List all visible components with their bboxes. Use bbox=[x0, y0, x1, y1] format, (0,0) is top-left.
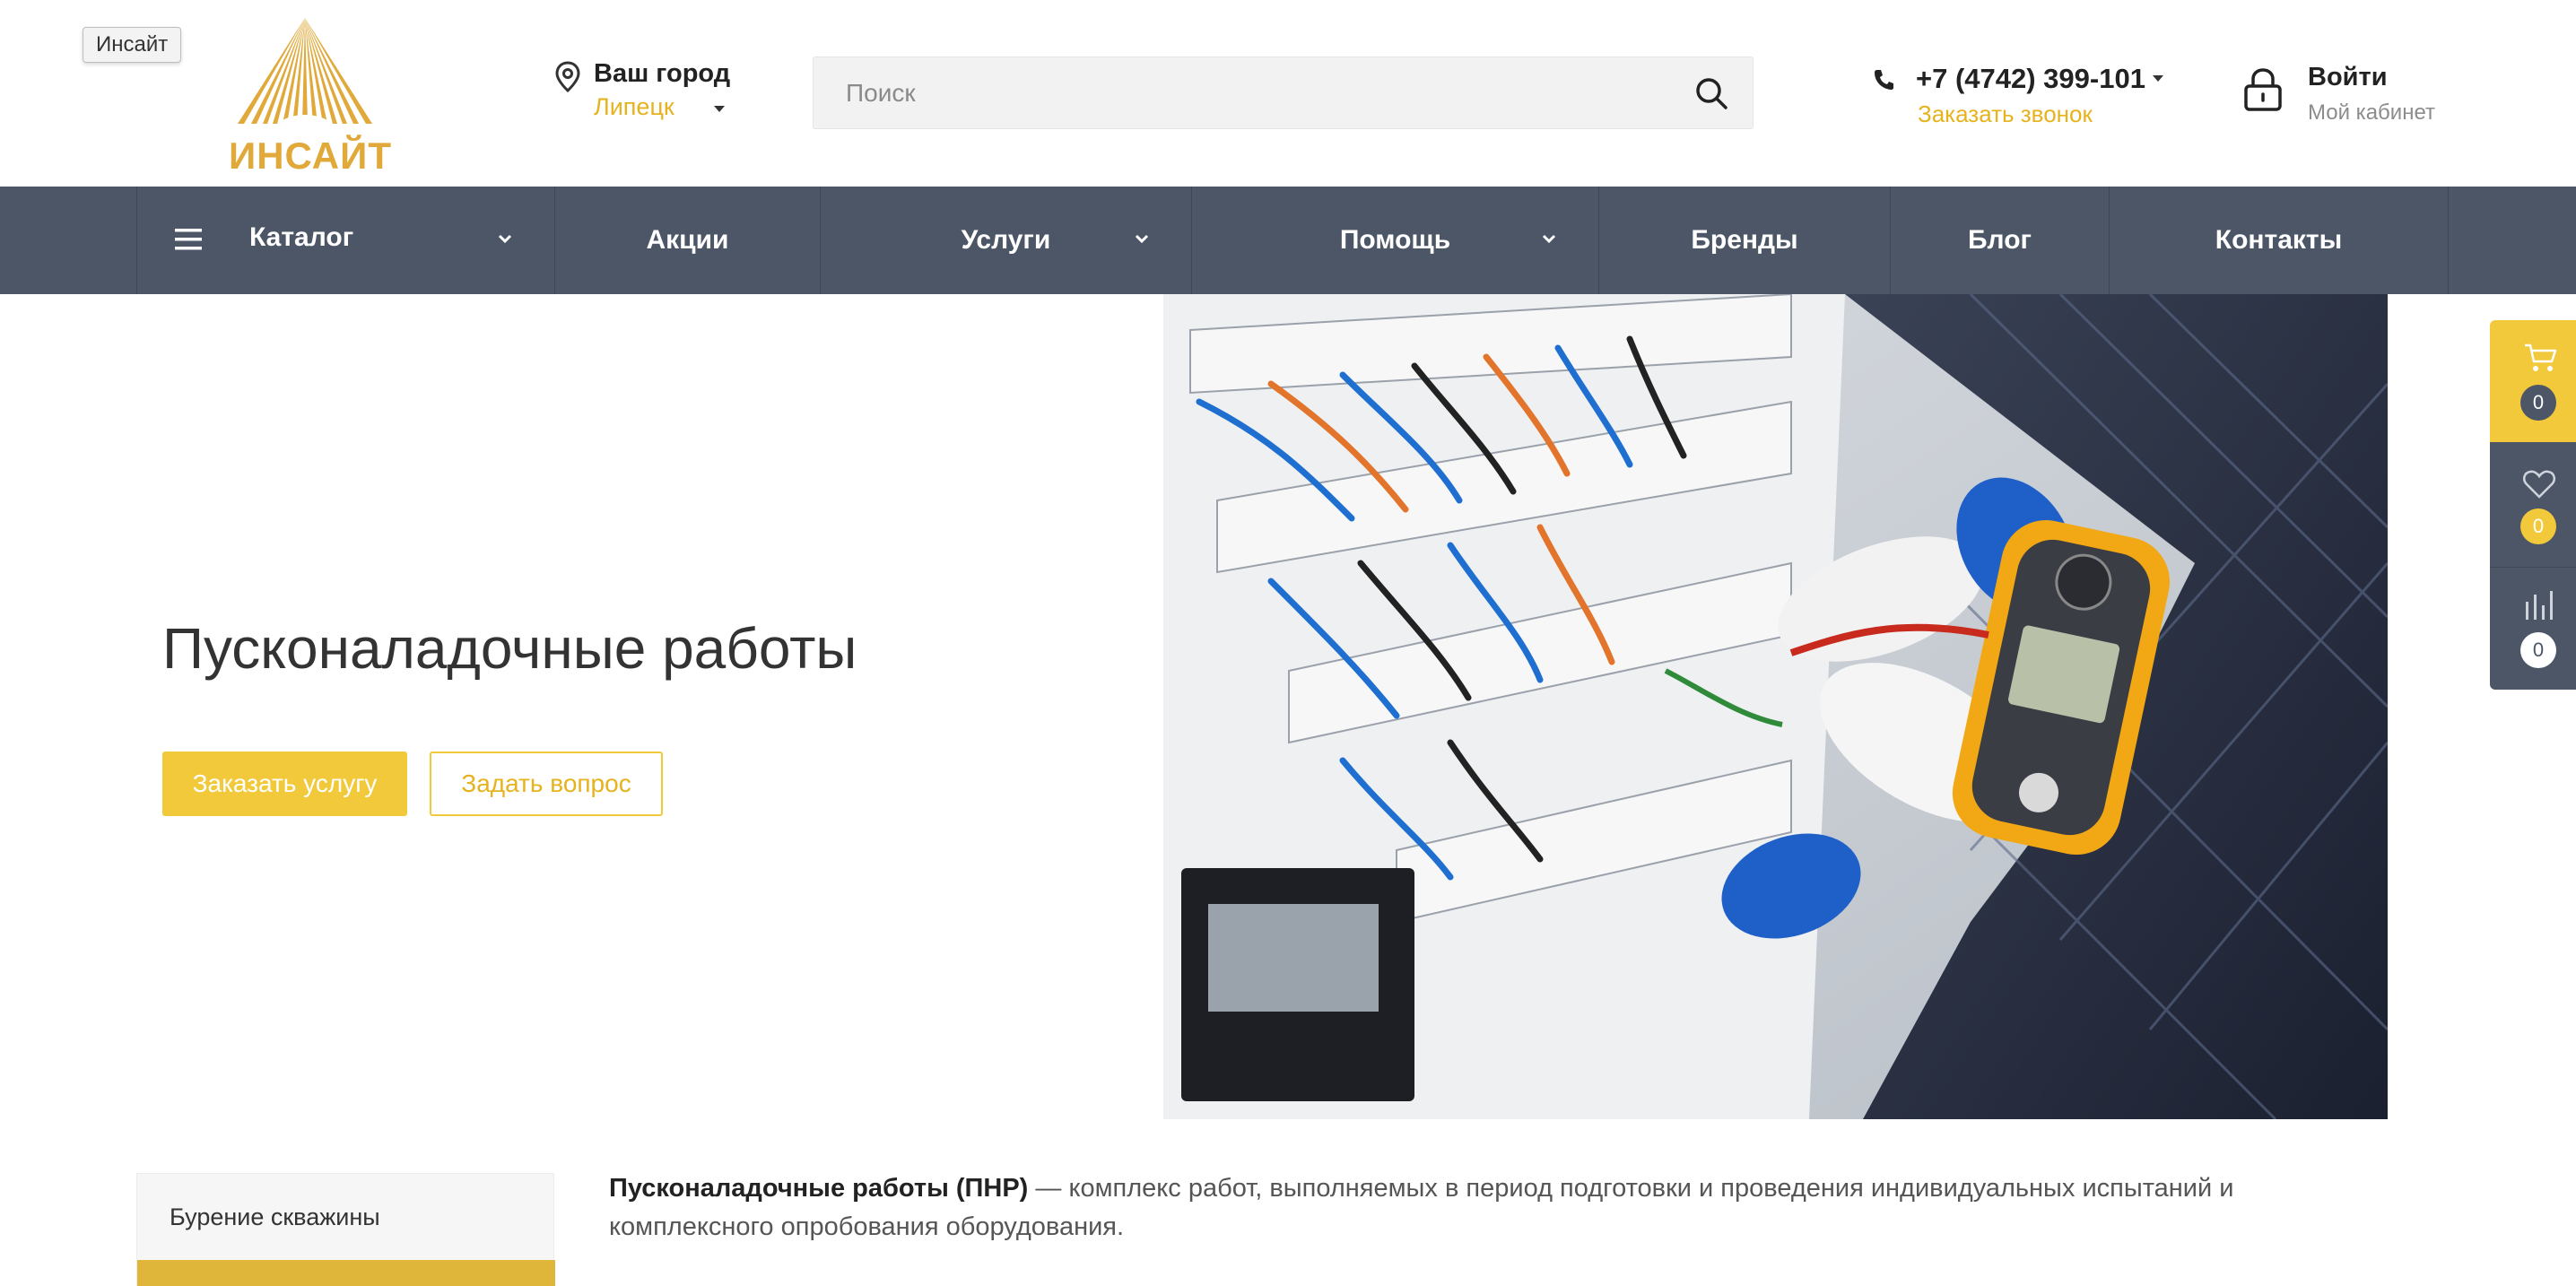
compare-bars-icon bbox=[2526, 591, 2553, 620]
search-input[interactable] bbox=[814, 57, 1675, 128]
search-icon[interactable] bbox=[1693, 75, 1729, 111]
login-link[interactable]: Войти bbox=[2308, 63, 2388, 92]
menu-burger-icon bbox=[175, 229, 202, 250]
tooltip: Инсайт bbox=[83, 27, 182, 63]
nav-item-catalog[interactable]: Каталог bbox=[137, 187, 555, 294]
favorites-count-badge: 0 bbox=[2520, 508, 2556, 544]
nav-label: Акции bbox=[646, 225, 729, 255]
sidebar-item-drilling[interactable]: Бурение скважины bbox=[137, 1174, 553, 1260]
nav-item-help[interactable]: Помощь bbox=[1192, 187, 1599, 294]
nav-item-services[interactable]: Услуги bbox=[821, 187, 1192, 294]
nav-label: Каталог bbox=[249, 222, 354, 252]
heart-icon bbox=[2522, 470, 2556, 499]
chevron-down-icon bbox=[1542, 234, 1556, 244]
logo-sunburst-icon bbox=[238, 18, 372, 135]
page-title: Пусконаладочные работы bbox=[162, 616, 857, 681]
caret-down-icon[interactable] bbox=[2153, 75, 2163, 82]
electrician-panel-photo bbox=[1163, 294, 2388, 1119]
phone-icon bbox=[1875, 70, 1893, 90]
hero-photo bbox=[1163, 294, 2388, 1119]
ask-question-button[interactable]: Задать вопрос bbox=[430, 752, 663, 816]
compare-count-badge: 0 bbox=[2520, 632, 2556, 668]
nav-item-contacts[interactable]: Контакты bbox=[2110, 187, 2449, 294]
lock-icon bbox=[2244, 68, 2282, 111]
nav-label: Услуги bbox=[961, 225, 1051, 255]
callback-link[interactable]: Заказать звонок bbox=[1918, 100, 2093, 128]
chevron-down-icon bbox=[1135, 234, 1149, 244]
location-pin-icon bbox=[555, 61, 580, 93]
favorites-button[interactable]: 0 bbox=[2490, 442, 2576, 568]
nav-item-brands[interactable]: Бренды bbox=[1599, 187, 1891, 294]
phone-number[interactable]: +7 (4742) 399-101 bbox=[1916, 63, 2145, 95]
services-sidebar: Бурение скважины bbox=[136, 1173, 555, 1286]
city-title: Ваш город bbox=[594, 59, 731, 88]
compare-button[interactable]: 0 bbox=[2490, 568, 2576, 690]
cart-button[interactable]: 0 bbox=[2490, 320, 2576, 442]
description-bold: Пусконаладочные работы (ПНР) bbox=[609, 1174, 1029, 1203]
service-description: Пусконаладочные работы (ПНР) — комплекс … bbox=[609, 1169, 2385, 1247]
nav-label: Помощь bbox=[1339, 225, 1451, 255]
logo[interactable]: ИНСАЙТ bbox=[229, 18, 392, 177]
nav-label: Бренды bbox=[1691, 225, 1798, 255]
cart-count-badge: 0 bbox=[2520, 385, 2556, 421]
nav-item-promotions[interactable]: Акции bbox=[555, 187, 821, 294]
caret-down-icon[interactable] bbox=[714, 106, 725, 112]
account-subtitle[interactable]: Мой кабинет bbox=[2308, 100, 2435, 126]
logo-text: ИНСАЙТ bbox=[229, 135, 392, 177]
cart-icon bbox=[2525, 343, 2557, 371]
search-box bbox=[813, 56, 1754, 129]
sidebar-item-active[interactable] bbox=[137, 1260, 555, 1286]
nav-item-blog[interactable]: Блог bbox=[1891, 187, 2110, 294]
site-header: Инсайт ИНСАЙТ Ваш город Липецк Поиск +7 … bbox=[0, 0, 2576, 187]
order-service-button[interactable]: Заказать услугу bbox=[162, 752, 407, 816]
nav-label: Блог bbox=[1967, 225, 2032, 255]
chevron-down-icon bbox=[498, 234, 512, 244]
nav-label: Контакты bbox=[2215, 225, 2343, 255]
main-nav: Каталог Акции Услуги Помощь Бренды Блог bbox=[0, 187, 2576, 294]
city-name[interactable]: Липецк bbox=[594, 93, 674, 121]
